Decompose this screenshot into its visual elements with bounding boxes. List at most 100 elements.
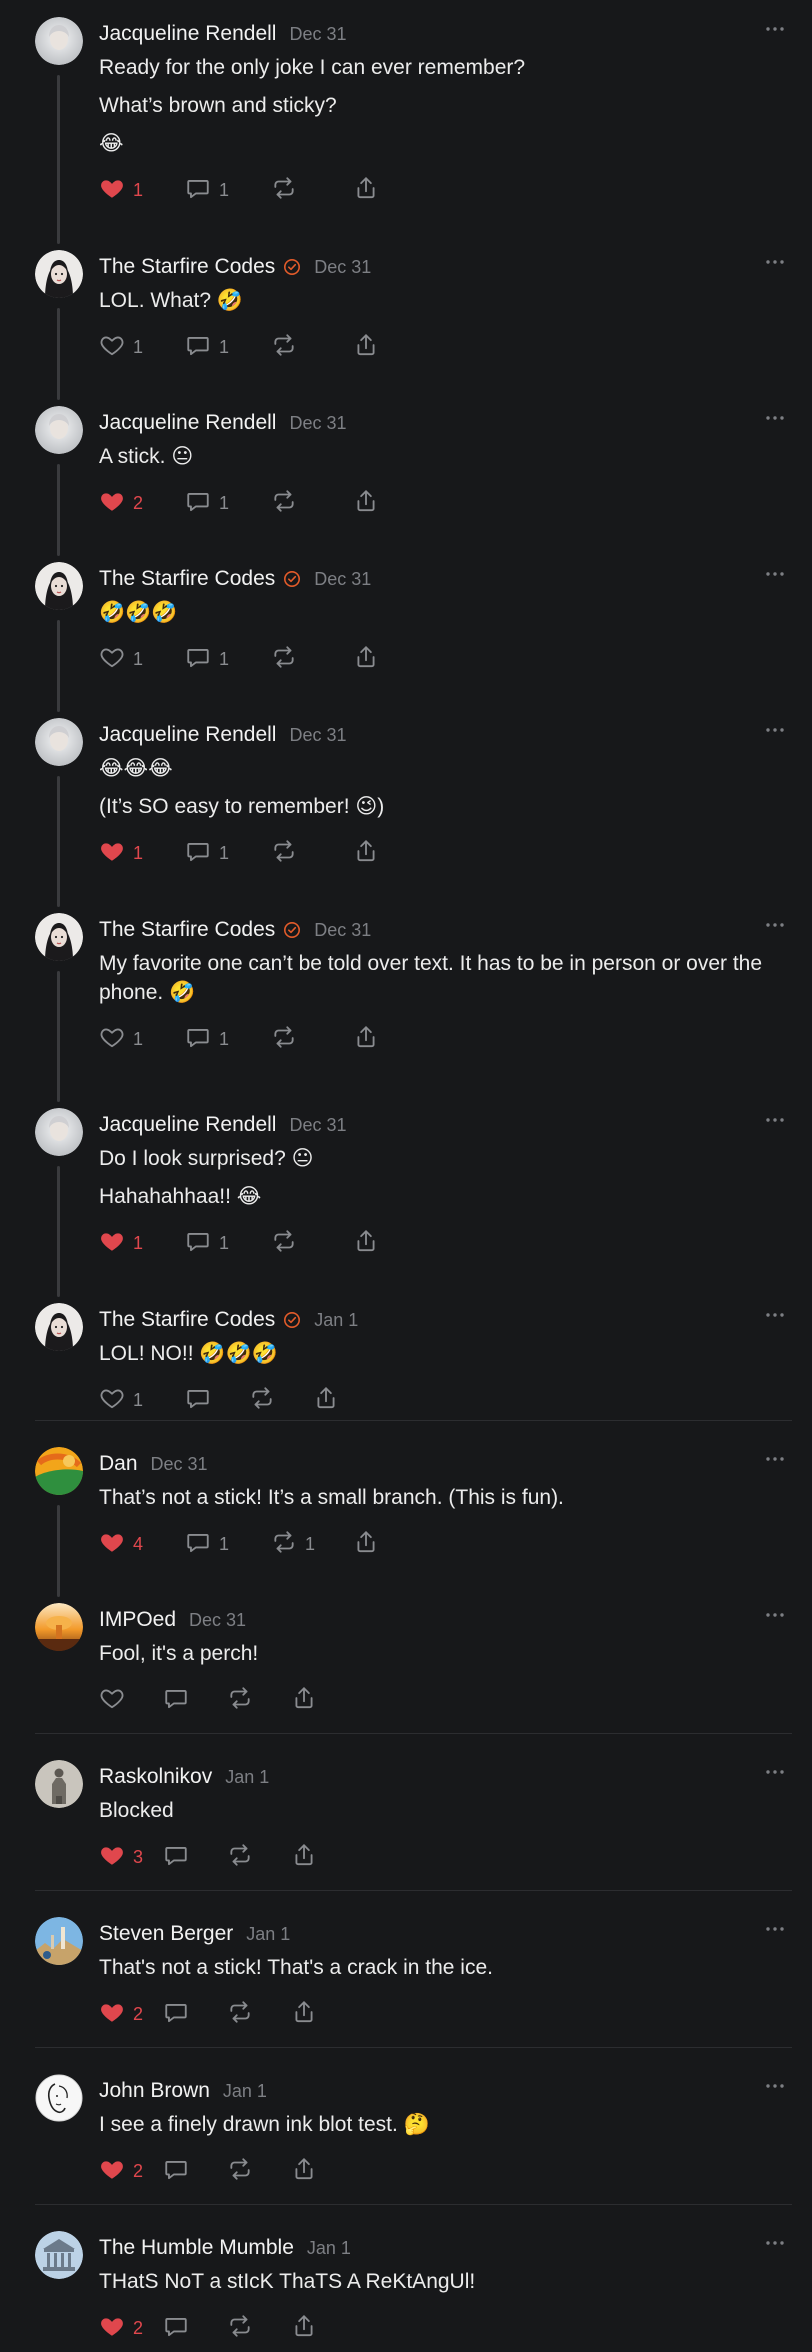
more-options-icon[interactable] xyxy=(763,1919,787,1939)
more-options-icon[interactable] xyxy=(763,2076,787,2096)
avatar[interactable] xyxy=(35,2074,83,2122)
reply-button[interactable]: 1 xyxy=(185,172,271,208)
reply-button[interactable]: 1 xyxy=(185,1021,271,1057)
repost-button[interactable] xyxy=(227,1996,291,2032)
post-date[interactable]: Dec 31 xyxy=(289,24,346,45)
post-date[interactable]: Jan 1 xyxy=(307,2238,351,2259)
more-options-icon[interactable] xyxy=(763,564,787,584)
more-options-icon[interactable] xyxy=(763,1110,787,1130)
like-button[interactable]: 2 xyxy=(99,1996,163,2032)
reply-button[interactable] xyxy=(185,1382,249,1418)
post-date[interactable]: Jan 1 xyxy=(246,1924,290,1945)
post-date[interactable]: Jan 1 xyxy=(314,1310,358,1331)
repost-button[interactable] xyxy=(271,641,353,677)
like-button[interactable]: 1 xyxy=(99,835,185,871)
repost-button[interactable] xyxy=(271,835,353,871)
repost-button[interactable]: 1 xyxy=(271,1526,353,1562)
reply-button[interactable]: 1 xyxy=(185,641,271,677)
share-button[interactable] xyxy=(353,835,379,871)
avatar[interactable] xyxy=(35,1303,83,1351)
reply-button[interactable]: 1 xyxy=(185,329,271,365)
avatar[interactable] xyxy=(35,718,83,766)
avatar[interactable] xyxy=(35,17,83,65)
author-name[interactable]: Dan xyxy=(99,1452,138,1476)
post-date[interactable]: Dec 31 xyxy=(151,1454,208,1475)
avatar[interactable] xyxy=(35,250,83,298)
like-button[interactable]: 1 xyxy=(99,329,185,365)
more-options-icon[interactable] xyxy=(763,19,787,39)
avatar[interactable] xyxy=(35,1917,83,1965)
author-name[interactable]: Steven Berger xyxy=(99,1922,233,1946)
share-button[interactable] xyxy=(291,1839,317,1875)
avatar[interactable] xyxy=(35,1603,83,1651)
more-options-icon[interactable] xyxy=(763,2233,787,2253)
avatar[interactable] xyxy=(35,1760,83,1808)
reply-button[interactable] xyxy=(163,1839,227,1875)
more-options-icon[interactable] xyxy=(763,915,787,935)
repost-button[interactable] xyxy=(271,1021,353,1057)
author-name[interactable]: Jacqueline Rendell xyxy=(99,22,276,46)
like-button[interactable]: 2 xyxy=(99,2310,163,2346)
more-options-icon[interactable] xyxy=(763,1305,787,1325)
like-button[interactable]: 1 xyxy=(99,1225,185,1261)
post-date[interactable]: Dec 31 xyxy=(189,1610,246,1631)
share-button[interactable] xyxy=(291,2310,317,2346)
reply-button[interactable] xyxy=(163,2153,227,2189)
like-button[interactable]: 4 xyxy=(99,1526,185,1562)
like-button[interactable]: 1 xyxy=(99,641,185,677)
author-name[interactable]: The Starfire Codes xyxy=(99,1308,275,1332)
share-button[interactable] xyxy=(313,1382,339,1418)
more-options-icon[interactable] xyxy=(763,408,787,428)
like-button[interactable]: 1 xyxy=(99,1382,185,1418)
share-button[interactable] xyxy=(353,172,379,208)
repost-button[interactable] xyxy=(227,1682,291,1718)
share-button[interactable] xyxy=(291,2153,317,2189)
repost-button[interactable] xyxy=(227,2153,291,2189)
author-name[interactable]: Raskolnikov xyxy=(99,1765,212,1789)
repost-button[interactable] xyxy=(271,172,353,208)
post-date[interactable]: Dec 31 xyxy=(289,1115,346,1136)
post-date[interactable]: Dec 31 xyxy=(314,569,371,590)
repost-button[interactable] xyxy=(249,1382,313,1418)
post-date[interactable]: Dec 31 xyxy=(314,920,371,941)
reply-button[interactable] xyxy=(163,1682,227,1718)
author-name[interactable]: Jacqueline Rendell xyxy=(99,411,276,435)
reply-button[interactable] xyxy=(163,1996,227,2032)
reply-button[interactable]: 1 xyxy=(185,485,271,521)
author-name[interactable]: The Starfire Codes xyxy=(99,567,275,591)
repost-button[interactable] xyxy=(271,1225,353,1261)
share-button[interactable] xyxy=(291,1996,317,2032)
more-options-icon[interactable] xyxy=(763,1762,787,1782)
reply-button[interactable] xyxy=(163,2310,227,2346)
share-button[interactable] xyxy=(353,1526,379,1562)
repost-button[interactable] xyxy=(271,485,353,521)
reply-button[interactable]: 1 xyxy=(185,1225,271,1261)
avatar[interactable] xyxy=(35,2231,83,2279)
share-button[interactable] xyxy=(353,485,379,521)
like-button[interactable]: 1 xyxy=(99,172,185,208)
avatar[interactable] xyxy=(35,913,83,961)
share-button[interactable] xyxy=(353,1021,379,1057)
like-button[interactable]: 2 xyxy=(99,2153,163,2189)
author-name[interactable]: The Starfire Codes xyxy=(99,918,275,942)
share-button[interactable] xyxy=(353,329,379,365)
avatar[interactable] xyxy=(35,406,83,454)
post-date[interactable]: Dec 31 xyxy=(289,725,346,746)
author-name[interactable]: The Starfire Codes xyxy=(99,255,275,279)
post-date[interactable]: Jan 1 xyxy=(225,1767,269,1788)
avatar[interactable] xyxy=(35,562,83,610)
author-name[interactable]: John Brown xyxy=(99,2079,210,2103)
author-name[interactable]: Jacqueline Rendell xyxy=(99,723,276,747)
more-options-icon[interactable] xyxy=(763,1605,787,1625)
share-button[interactable] xyxy=(291,1682,317,1718)
reply-button[interactable]: 1 xyxy=(185,835,271,871)
share-button[interactable] xyxy=(353,641,379,677)
author-name[interactable]: The Humble Mumble xyxy=(99,2236,294,2260)
repost-button[interactable] xyxy=(227,1839,291,1875)
like-button[interactable]: 1 xyxy=(99,1021,185,1057)
repost-button[interactable] xyxy=(271,329,353,365)
reply-button[interactable]: 1 xyxy=(185,1526,271,1562)
more-options-icon[interactable] xyxy=(763,252,787,272)
share-button[interactable] xyxy=(353,1225,379,1261)
more-options-icon[interactable] xyxy=(763,720,787,740)
